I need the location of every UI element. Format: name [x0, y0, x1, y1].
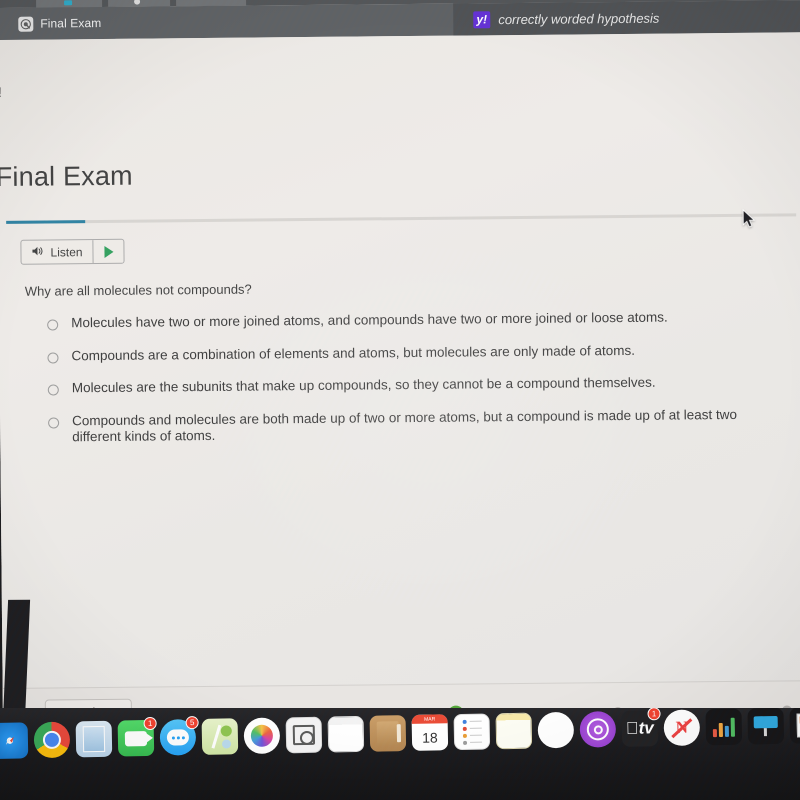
answer-option-4[interactable]: Compounds and molecules are both made up…: [48, 406, 788, 446]
screen-content: Final Exam y! correctly worded hypothesi…: [0, 0, 800, 800]
answer-option-label: Compounds are a combination of elements …: [71, 342, 636, 363]
partial-offscreen-text: k!: [0, 84, 2, 100]
sticky-note-icon: [495, 712, 533, 750]
question-text: Why are all molecules not compounds?: [24, 281, 252, 299]
dock-item-facetime[interactable]: 1: [117, 716, 157, 758]
answer-option-label: Compounds and molecules are both made up…: [72, 406, 738, 445]
notepad-icon: [327, 715, 365, 753]
macos-dock: 15MAR18♫tv1NA: [0, 708, 800, 800]
map-icon: [201, 718, 239, 755]
play-button[interactable]: [93, 240, 123, 263]
listen-button[interactable]: Listen: [21, 240, 94, 264]
tab-favicon: [64, 0, 73, 6]
dock-item-messages[interactable]: 5: [159, 716, 199, 757]
answer-option-label: Molecules are the subunits that make up …: [71, 374, 656, 396]
pinwheel-icon: [243, 717, 281, 755]
notification-badge: 5: [185, 716, 199, 730]
dock-item-mail[interactable]: [75, 720, 114, 759]
dock-item-stickies[interactable]: [494, 712, 533, 751]
radio-button[interactable]: [47, 384, 59, 396]
podium-icon: [747, 708, 785, 745]
music-note-icon: ♫: [537, 711, 575, 749]
play-icon: [103, 245, 114, 258]
dock-item-calendar[interactable]: MAR 18: [411, 713, 450, 752]
quizlet-icon: [18, 16, 34, 32]
calendar-icon: MAR 18: [411, 714, 449, 751]
stamp-icon: [75, 720, 113, 758]
tab-title: Final Exam: [40, 15, 102, 31]
laptop-screen-photo: Final Exam y! correctly worded hypothesi…: [0, 0, 800, 800]
exam-progress-fill: [6, 220, 86, 224]
speaker-icon: [31, 245, 44, 259]
listen-toolbar: Listen: [20, 238, 125, 265]
dock-item-podcasts[interactable]: [578, 710, 617, 749]
answer-option-1[interactable]: Molecules have two or more joined atoms,…: [47, 308, 787, 332]
exam-page: k! Final Exam Listen: [0, 32, 800, 800]
dock-item-safari[interactable]: [0, 721, 29, 760]
listen-label: Listen: [50, 244, 83, 259]
news-icon: N: [663, 709, 701, 747]
dock-item-preview[interactable]: [285, 716, 324, 755]
answer-option-2[interactable]: Compounds are a combination of elements …: [47, 341, 787, 365]
dock-item-reminders[interactable]: [452, 712, 491, 751]
dock-item-chrome[interactable]: [33, 720, 72, 759]
document-pen-icon: [789, 708, 800, 744]
tab-title: correctly worded hypothesis: [498, 10, 660, 27]
radio-button[interactable]: [47, 319, 59, 331]
dock-item-photos[interactable]: [243, 716, 282, 755]
dock-item-news[interactable]: N: [662, 708, 701, 747]
podcast-icon: [579, 711, 617, 748]
answer-option-label: Molecules have two or more joined atoms,…: [71, 309, 668, 331]
dock-item-music[interactable]: ♫: [536, 711, 575, 750]
tab-yahoo-search[interactable]: y! correctly worded hypothesis: [453, 0, 800, 36]
tab-favicon: [134, 0, 141, 5]
radio-button[interactable]: [47, 352, 59, 364]
dock-item-contacts[interactable]: [369, 714, 408, 753]
answer-options-list: Molecules have two or more joined atoms,…: [47, 308, 788, 462]
yahoo-icon: y!: [473, 10, 491, 28]
compass-icon: [0, 722, 29, 759]
crop-frame-icon: [285, 716, 323, 754]
dock-item-pages[interactable]: [788, 708, 800, 745]
radio-button[interactable]: [48, 417, 60, 429]
tab-final-exam[interactable]: Final Exam: [0, 6, 116, 40]
page-title: Final Exam: [0, 160, 133, 193]
notification-badge: 1: [143, 716, 157, 731]
answer-option-3[interactable]: Molecules are the subunits that make up …: [47, 374, 788, 398]
notification-badge: 1: [647, 708, 661, 721]
dock-item-notes-app[interactable]: [327, 715, 366, 754]
exam-progress-bar: [6, 213, 797, 224]
address-book-icon: [369, 715, 407, 752]
checklist-icon: [453, 713, 491, 751]
dock-item-numbers[interactable]: [704, 708, 743, 746]
bar-chart-icon: [705, 708, 743, 746]
chrome-icon: [33, 721, 71, 759]
dock-item-apple-tv[interactable]: tv1: [620, 708, 661, 748]
dock-item-maps[interactable]: [201, 717, 240, 756]
dock-item-keynote[interactable]: [746, 708, 785, 745]
